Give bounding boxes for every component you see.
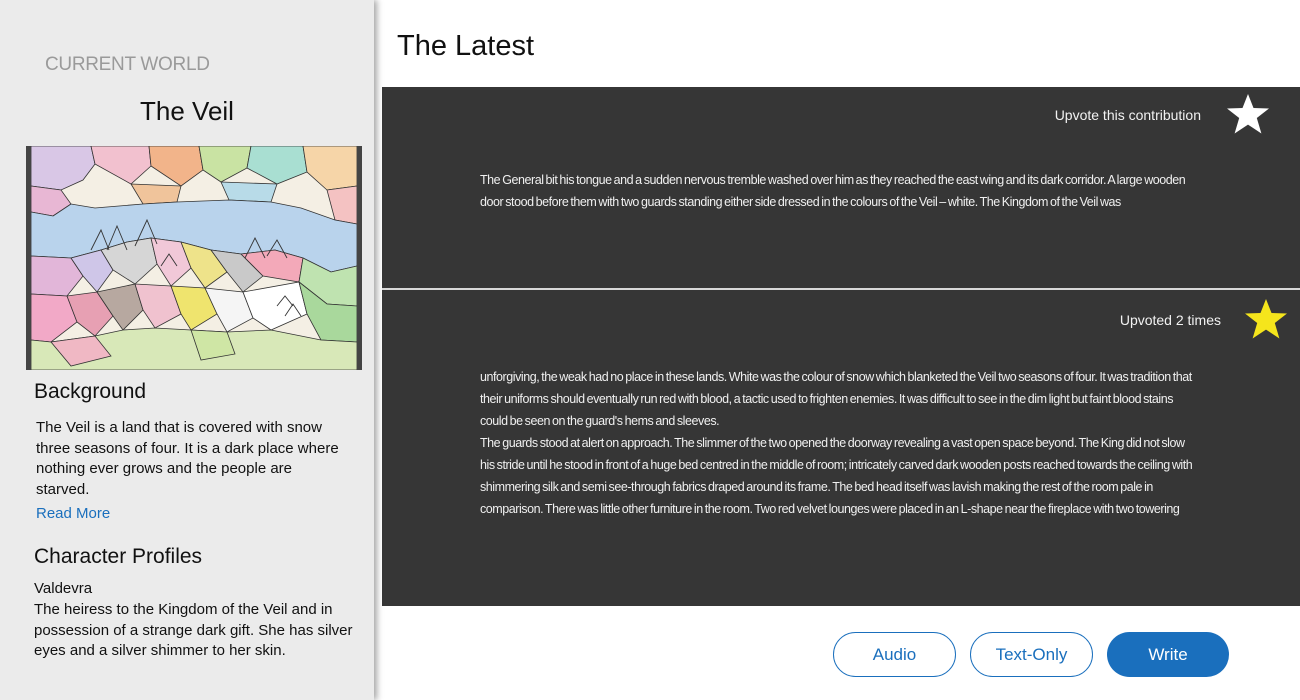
story-paragraph: unforgiving, the weak had no place in th…	[480, 370, 1192, 428]
world-map-image[interactable]	[26, 146, 362, 370]
audio-button[interactable]: Audio	[833, 632, 956, 677]
contribution-text: The General bit his tongue and a sudden …	[480, 169, 1200, 213]
contribution-card: Upvote this contribution The General bit…	[382, 87, 1300, 288]
text-only-button[interactable]: Text-Only	[970, 632, 1093, 677]
star-icon-shape	[1245, 299, 1287, 339]
world-sidebar: CURRENT WORLD The Veil Background The Ve…	[0, 0, 374, 700]
upvote-label: Upvote this contribution	[1054, 107, 1201, 123]
character-name[interactable]: Valdevra	[34, 580, 92, 597]
story-paragraph: The guards stood at alert on approach. T…	[480, 436, 1193, 516]
upvote-count-label: Upvoted 2 times	[1119, 312, 1221, 328]
page-title: The Latest	[397, 30, 535, 62]
character-description: The heiress to the Kingdom of the Veil a…	[34, 601, 353, 659]
character-profiles-heading: Character Profiles	[34, 545, 203, 568]
world-map-illustration	[31, 146, 357, 370]
write-button[interactable]: Write	[1107, 632, 1229, 677]
read-more-link[interactable]: Read More	[36, 505, 110, 522]
contribution-text: unforgiving, the weak had no place in th…	[480, 366, 1200, 520]
contribution-card: Upvoted 2 times unforgiving, the weak ha…	[382, 290, 1300, 606]
current-world-label: CURRENT WORLD	[45, 54, 210, 75]
background-heading: Background	[34, 380, 147, 403]
story-paragraph: The General bit his tongue and a sudden …	[480, 173, 1186, 209]
background-text: The Veil is a land that is covered with …	[36, 419, 339, 498]
world-name: The Veil	[140, 96, 234, 126]
star-icon[interactable]	[1226, 93, 1270, 135]
star-icon-shape	[1227, 94, 1269, 134]
star-icon[interactable]	[1244, 298, 1288, 340]
